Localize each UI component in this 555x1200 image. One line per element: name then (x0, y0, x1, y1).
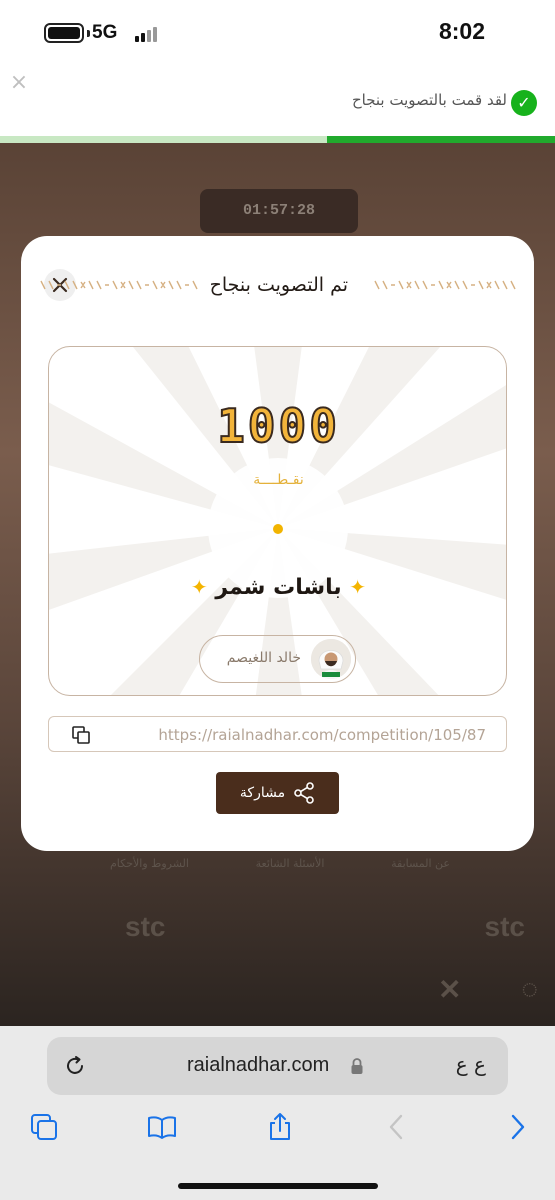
reload-icon[interactable] (63, 1054, 87, 1078)
url-domain: raialnadhar.com (187, 1054, 330, 1076)
footer-link: عن المسابقة (391, 857, 450, 870)
lock-icon (351, 1058, 363, 1074)
score-card: 1000 نقـطــــة ✦ باشات شمر ✦ خالد اللغيص… (48, 346, 507, 696)
voter-chip: خالد اللغيصم (199, 635, 356, 683)
voter-name: خالد اللغيصم (226, 650, 301, 666)
sponsor-logo: stc (484, 911, 525, 942)
share-icon (294, 782, 314, 804)
avatar (311, 639, 351, 679)
decorative-border-icon (40, 280, 198, 290)
divider-dot (273, 524, 283, 534)
share-sheet-icon[interactable] (265, 1112, 295, 1142)
toast-progress-fill (327, 136, 555, 143)
signal-icon (135, 26, 159, 42)
toast-progress-track (0, 136, 555, 143)
check-circle-icon: ✓ (511, 90, 537, 116)
footer-link: الشروط والأحكام (110, 857, 189, 870)
text-size-button[interactable]: ع ع (456, 1052, 486, 1076)
points-value: 1000 (216, 398, 340, 454)
modal-title: تم التصويت بنجاح (209, 274, 348, 296)
battery-icon (44, 23, 90, 43)
network-type: 5G (92, 22, 118, 43)
back-icon[interactable] (382, 1112, 412, 1142)
star-icon: ✦ (190, 575, 208, 599)
vote-success-modal: تم التصويت بنجاح 1000 نقـطــــة ✦ باشات … (21, 236, 534, 851)
background-footer-links: عن المسابقة الأسئلة الشائعة الشروط والأح… (110, 857, 450, 870)
footer-link: الأسئلة الشائعة (255, 857, 325, 870)
share-link-text: https://raialnadhar.com/competition/105/… (158, 726, 486, 744)
status-bar: 5G 8:02 (0, 0, 555, 66)
bookmarks-icon[interactable] (147, 1112, 177, 1142)
team-name-row: ✦ باشات شمر ✦ (49, 575, 506, 600)
success-toast: × لقد قمت بالتصويت بنجاح ✓ (0, 66, 555, 144)
background-social-icons: ✕ ◌ (438, 973, 538, 1006)
home-indicator (178, 1183, 378, 1189)
clock: 8:02 (438, 18, 485, 44)
browser-toolbar: raialnadhar.com ع ع (0, 1026, 555, 1200)
background-countdown: 01:57:28 (200, 189, 358, 233)
copy-icon[interactable] (71, 725, 91, 745)
decorative-border-icon (374, 280, 516, 290)
points-label: نقـطــــة (253, 472, 304, 488)
whatsapp-icon: ◌ (521, 973, 538, 1004)
star-icon: ✦ (349, 575, 367, 599)
toast-close-icon[interactable]: × (8, 72, 30, 94)
sponsor-logo: stc (125, 911, 166, 942)
share-button[interactable]: مشاركة (216, 772, 339, 814)
team-name: باشات شمر (215, 575, 342, 600)
address-bar[interactable]: raialnadhar.com ع ع (47, 1037, 508, 1095)
tabs-icon[interactable] (29, 1112, 59, 1142)
toast-message: لقد قمت بالتصويت بنجاح (351, 91, 507, 109)
background-sponsor-logos: stc stc (125, 911, 525, 943)
x-icon: ✕ (438, 974, 462, 1005)
share-button-label: مشاركة (239, 785, 286, 801)
share-link-field[interactable]: https://raialnadhar.com/competition/105/… (48, 716, 507, 752)
forward-icon[interactable] (502, 1112, 532, 1142)
